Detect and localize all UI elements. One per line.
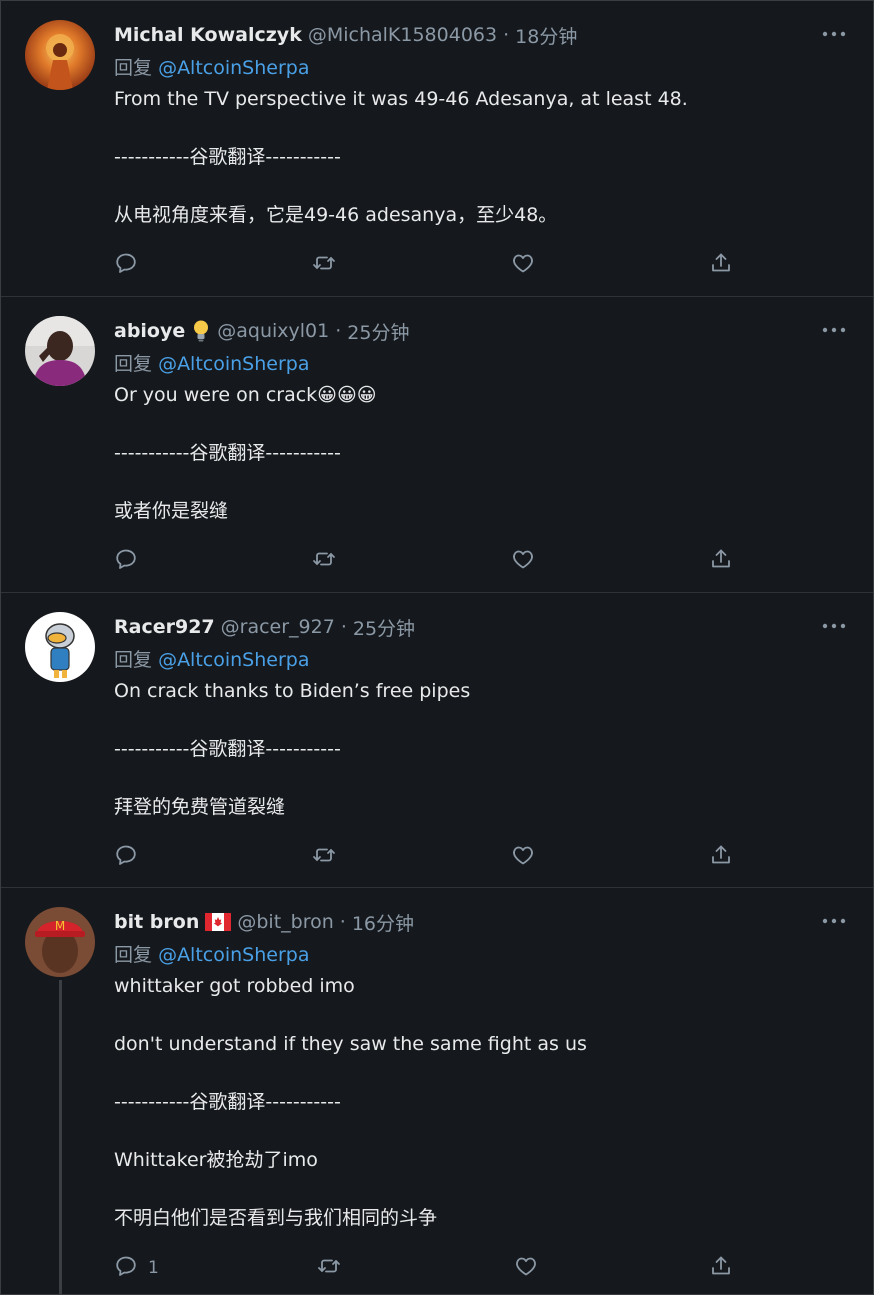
replying-to: 回复 @AltcoinSherpa (114, 645, 853, 675)
share-button[interactable] (709, 251, 733, 279)
avatar[interactable] (25, 316, 95, 386)
mention-link[interactable]: @AltcoinSherpa (158, 649, 309, 671)
tweet-text: whittaker got robbed imo don't understan… (114, 975, 587, 1229)
timestamp[interactable]: 25分钟 (347, 318, 409, 345)
more-options-icon[interactable] (819, 23, 849, 45)
like-button[interactable] (511, 547, 535, 575)
retweet-button[interactable] (312, 843, 336, 871)
reply-icon (114, 1254, 138, 1282)
reply-icon (114, 547, 138, 575)
display-name[interactable]: abioye (114, 320, 185, 342)
tweet-card[interactable]: Racer927 @racer_927 · 25分钟 回复 @AltcoinSh… (1, 593, 873, 888)
like-button[interactable] (511, 843, 535, 871)
avatar[interactable] (25, 20, 95, 90)
timestamp[interactable]: 18分钟 (515, 22, 577, 49)
separator-dot: · (340, 616, 347, 638)
reply-count: 1 (148, 1258, 159, 1278)
user-handle[interactable]: @MichalK15804063 (308, 24, 497, 46)
tweet-text: On crack thanks to Biden’s free pipes --… (114, 680, 471, 818)
retweet-button[interactable] (312, 251, 336, 279)
separator-dot: · (503, 24, 510, 46)
like-button[interactable] (514, 1254, 538, 1282)
user-handle[interactable]: @bit_bron (237, 911, 333, 933)
more-options-icon[interactable] (819, 319, 849, 341)
action-bar: 1 (114, 1253, 754, 1283)
mention-link[interactable]: @AltcoinSherpa (158, 944, 309, 966)
action-bar (114, 842, 754, 872)
retweet-icon (312, 843, 336, 871)
thread-connector (59, 980, 62, 1294)
user-handle[interactable]: @aquixyl01 (217, 320, 329, 342)
more-options-icon[interactable] (819, 910, 849, 932)
reply-icon (114, 843, 138, 871)
timestamp[interactable]: 25分钟 (353, 614, 415, 641)
display-name[interactable]: Michal Kowalczyk (114, 24, 302, 46)
heart-icon (511, 547, 535, 575)
tweet-card[interactable]: abioye @aquixyl01 · 25分钟 回复 @AltcoinSher… (1, 297, 873, 593)
heart-icon (514, 1254, 538, 1282)
reply-prefix: 回复 (114, 57, 153, 79)
reply-button[interactable] (114, 547, 148, 575)
heart-icon (511, 251, 535, 279)
reply-prefix: 回复 (114, 649, 153, 671)
more-options-icon[interactable] (819, 615, 849, 637)
share-icon (709, 843, 733, 871)
reply-button[interactable] (114, 843, 148, 871)
action-bar (114, 546, 754, 576)
replying-to: 回复 @AltcoinSherpa (114, 53, 853, 83)
display-name[interactable]: Racer927 (114, 616, 215, 638)
mention-link[interactable]: @AltcoinSherpa (158, 353, 309, 375)
action-bar (114, 250, 754, 280)
lightbulb-emoji-icon (191, 319, 211, 343)
retweet-icon (312, 547, 336, 575)
tweet-text: Or you were on crack😀😀😀 -----------谷歌翻译-… (114, 384, 377, 522)
heart-icon (511, 843, 535, 871)
tweet-card[interactable]: Michal Kowalczyk @MichalK15804063 · 18分钟… (1, 1, 873, 297)
share-icon (709, 251, 733, 279)
separator-dot: · (339, 911, 346, 933)
retweet-button[interactable] (312, 547, 336, 575)
avatar[interactable] (25, 612, 95, 682)
separator-dot: · (335, 320, 342, 342)
timestamp[interactable]: 16分钟 (352, 909, 414, 936)
share-button[interactable] (709, 547, 733, 575)
tweet-text: From the TV perspective it was 49-46 Ade… (114, 88, 688, 226)
share-icon (709, 1254, 733, 1282)
like-button[interactable] (511, 251, 535, 279)
share-icon (709, 547, 733, 575)
share-button[interactable] (709, 1254, 733, 1282)
mention-link[interactable]: @AltcoinSherpa (158, 57, 309, 79)
retweet-icon (317, 1254, 341, 1282)
canada-flag-icon (205, 913, 232, 931)
retweet-icon (312, 251, 336, 279)
timeline: Michal Kowalczyk @MichalK15804063 · 18分钟… (0, 0, 874, 1295)
display-name[interactable]: bit bron (114, 911, 199, 933)
reply-prefix: 回复 (114, 944, 153, 966)
avatar[interactable]: M (25, 907, 95, 977)
user-handle[interactable]: @racer_927 (221, 616, 335, 638)
reply-prefix: 回复 (114, 353, 153, 375)
replying-to: 回复 @AltcoinSherpa (114, 940, 853, 970)
svg-text:M: M (55, 919, 65, 933)
share-button[interactable] (709, 843, 733, 871)
replying-to: 回复 @AltcoinSherpa (114, 349, 853, 379)
reply-icon (114, 251, 138, 279)
retweet-button[interactable] (317, 1254, 341, 1282)
reply-button[interactable] (114, 251, 148, 279)
tweet-card[interactable]: M bit bron @bit_bron · 16分钟 回复 @AltcoinS… (1, 888, 873, 1294)
reply-button[interactable]: 1 (114, 1254, 159, 1282)
